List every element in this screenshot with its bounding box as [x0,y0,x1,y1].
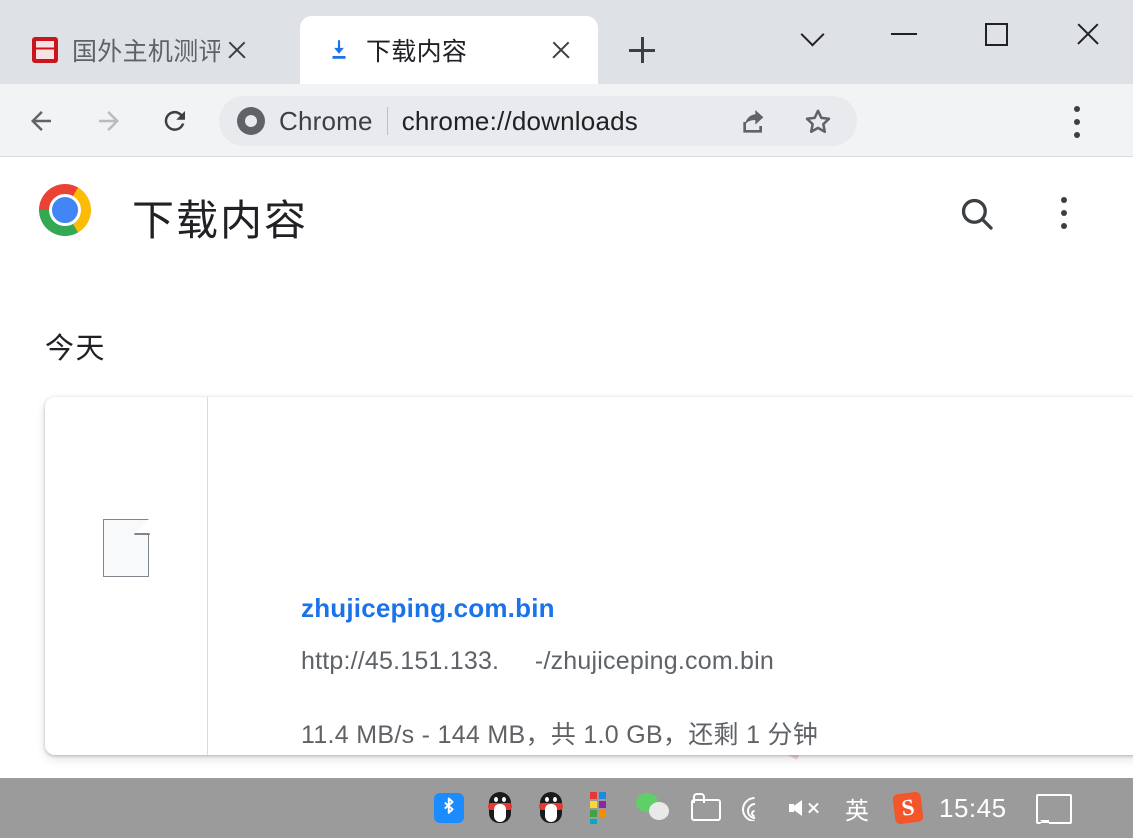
chevron-down-icon [800,21,826,47]
qq-icon-2[interactable] [532,789,570,827]
tab-search-button[interactable] [783,6,843,62]
downloads-menu-button[interactable] [1061,197,1067,231]
kebab-dot [1061,197,1067,203]
page-title: 下载内容 [132,197,309,244]
download-filename-link[interactable]: zhujiceping.com.bin [301,593,555,624]
maximize-button[interactable] [966,6,1026,62]
kebab-dot [1074,119,1080,125]
wechat-icon[interactable] [634,789,672,827]
tab-strip: 国外主机测评 下载内容 [0,0,1133,84]
maximize-icon [984,22,1008,46]
red-seal-favicon [32,37,58,63]
browser-toolbar: Chrome chrome://downloads [0,84,1133,157]
color-grid-icon[interactable] [583,789,621,827]
share-icon [743,110,764,133]
minimize-icon [891,32,917,36]
omnibox-separator [386,107,388,135]
new-tab-button[interactable] [620,28,664,72]
tab-downloads[interactable]: 下载内容 [300,16,598,84]
page-header: 下载内容 [0,157,1133,253]
tab-close-button[interactable] [220,33,254,67]
minimize-button[interactable] [874,6,934,62]
arrow-right-icon [99,111,119,131]
browser-menu-button[interactable] [1074,106,1080,138]
share-button[interactable] [738,106,770,138]
battery-charging-icon[interactable] [685,789,723,827]
star-icon [805,109,831,134]
generic-file-icon [103,519,149,577]
speaker-muted-icon[interactable] [787,789,825,827]
download-status-text: 11.4 MB/s - 144 MB，共 1.0 GB，还剩 1 分钟 [301,721,819,749]
system-tray: 英 S [430,778,927,838]
browser-window: 国外主机测评 下载内容 Chrome chrome://downloads 下载… [0,0,1133,838]
download-icon-cell [45,397,208,755]
close-icon [226,39,248,61]
plus-icon [629,37,655,63]
notification-icon[interactable] [1036,794,1072,824]
kebab-dot [1074,132,1080,138]
windows-taskbar: 英 S 15:45 [0,778,1133,838]
ime-language-icon[interactable]: 英 [838,789,876,827]
kebab-dot [1061,223,1067,229]
arrow-left-icon [31,111,51,131]
section-heading-today: 今天 [45,333,107,365]
download-item-card: zhujiceping.com.bin http://45.151.133. -… [45,397,1133,755]
kebab-dot [1074,106,1080,112]
download-source-url: http://45.151.133. -/zhujiceping.com.bin [301,647,774,675]
search-downloads-button[interactable] [956,193,998,235]
omnibox-scheme-label: Chrome [279,105,373,136]
qq-icon[interactable] [481,789,519,827]
search-icon [961,198,993,230]
chrome-logo [39,184,91,236]
tab-label: 下载内容 [366,38,468,66]
tab-guowai-zhuji-ceping[interactable]: 国外主机测评 [14,16,264,84]
bluetooth-icon[interactable] [430,789,468,827]
close-window-button[interactable] [1058,6,1118,62]
downloads-page: 下载内容 今天 zhujiceping.com zhujiceping.com.… [0,157,1133,778]
download-icon [326,37,352,63]
reload-button[interactable] [152,98,198,144]
wifi-icon[interactable] [736,789,774,827]
taskbar-clock[interactable]: 15:45 [939,778,1007,838]
kebab-dot [1061,210,1067,216]
chrome-icon [237,107,265,135]
close-icon [550,39,572,61]
tab-close-button[interactable] [544,33,578,67]
bluetooth-glyph [444,797,454,814]
download-details: zhujiceping.com.bin http://45.151.133. -… [209,397,1133,755]
tab-label: 国外主机测评 [72,38,220,66]
bookmark-button[interactable] [802,106,834,138]
close-icon [1074,20,1102,48]
forward-button[interactable] [86,98,132,144]
sogou-icon[interactable]: S [889,789,927,827]
reload-icon [164,110,185,131]
omnibox-url: chrome://downloads [401,105,638,136]
back-button[interactable] [18,98,64,144]
